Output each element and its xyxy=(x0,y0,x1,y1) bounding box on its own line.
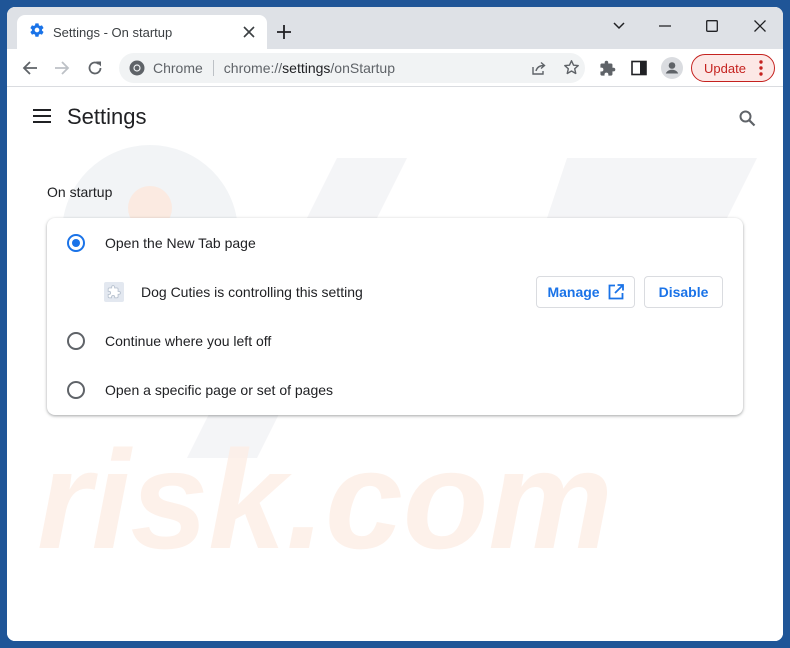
tab-search-chevron-down-icon[interactable] xyxy=(599,11,639,41)
option-label: Open the New Tab page xyxy=(105,235,256,251)
close-tab-icon[interactable] xyxy=(239,22,259,42)
page-title: Settings xyxy=(67,104,147,129)
startup-option-continue[interactable]: Continue where you left off xyxy=(47,321,743,361)
forward-arrow-icon[interactable] xyxy=(49,55,75,81)
extension-control-notice: Dog Cuties is controlling this setting M… xyxy=(47,272,743,312)
startup-options-card: Open the New Tab page Dog Cuties is cont… xyxy=(47,218,743,415)
omnibox-divider xyxy=(212,60,214,76)
update-label: Update xyxy=(704,60,746,76)
close-window-icon[interactable] xyxy=(740,11,780,41)
more-menu-icon[interactable] xyxy=(752,60,770,76)
url-path: /onStartup xyxy=(330,60,396,76)
tab-title: Settings - On startup xyxy=(53,24,173,40)
settings-page: risk.com Settings On startup Open the Ne… xyxy=(7,88,783,641)
radio-specific-pages[interactable] xyxy=(67,381,85,399)
back-arrow-icon[interactable] xyxy=(17,55,43,81)
bookmark-star-icon[interactable] xyxy=(563,59,580,76)
svg-text:risk.com: risk.com xyxy=(37,421,613,578)
share-icon[interactable] xyxy=(531,60,547,76)
option-label: Continue where you left off xyxy=(105,333,272,349)
browser-window: Settings - On startup Chrome chrome://se… xyxy=(7,7,783,641)
reload-icon[interactable] xyxy=(82,55,108,81)
startup-option-specific-pages[interactable]: Open a specific page or set of pages xyxy=(47,370,743,410)
update-button[interactable]: Update xyxy=(691,54,775,82)
url-host: settings xyxy=(282,60,331,76)
site-label: Chrome xyxy=(153,60,203,76)
search-settings-icon[interactable] xyxy=(735,106,759,130)
maximize-icon[interactable] xyxy=(692,11,732,41)
main-menu-hamburger-icon[interactable] xyxy=(31,106,53,126)
manage-label: Manage xyxy=(547,284,600,300)
extension-notice-text: Dog Cuties is controlling this setting xyxy=(141,284,363,300)
profile-avatar-icon[interactable] xyxy=(659,55,685,81)
gear-icon xyxy=(29,22,45,43)
tab-settings[interactable]: Settings - On startup xyxy=(17,15,267,49)
side-panel-icon[interactable] xyxy=(626,55,652,81)
title-bar: Settings - On startup xyxy=(7,7,783,49)
option-label: Open a specific page or set of pages xyxy=(105,382,334,398)
url-text: chrome://settings/onStartup xyxy=(224,60,395,76)
manage-button[interactable]: Manage xyxy=(536,276,635,308)
disable-button[interactable]: Disable xyxy=(644,276,723,308)
radio-continue[interactable] xyxy=(67,332,85,350)
extensions-puzzle-icon[interactable] xyxy=(594,55,620,81)
new-tab-button[interactable] xyxy=(273,21,295,43)
address-bar[interactable]: Chrome chrome://settings/onStartup xyxy=(119,53,585,83)
open-in-new-icon xyxy=(608,284,624,300)
chrome-logo-icon xyxy=(129,60,145,76)
radio-new-tab[interactable] xyxy=(67,234,85,252)
section-title: On startup xyxy=(47,184,113,200)
browser-toolbar: Chrome chrome://settings/onStartup Updat… xyxy=(7,49,783,87)
url-prefix: chrome:// xyxy=(223,60,283,76)
startup-option-new-tab[interactable]: Open the New Tab page xyxy=(47,223,743,263)
extension-puzzle-icon xyxy=(104,282,124,302)
minimize-icon[interactable] xyxy=(645,11,685,41)
